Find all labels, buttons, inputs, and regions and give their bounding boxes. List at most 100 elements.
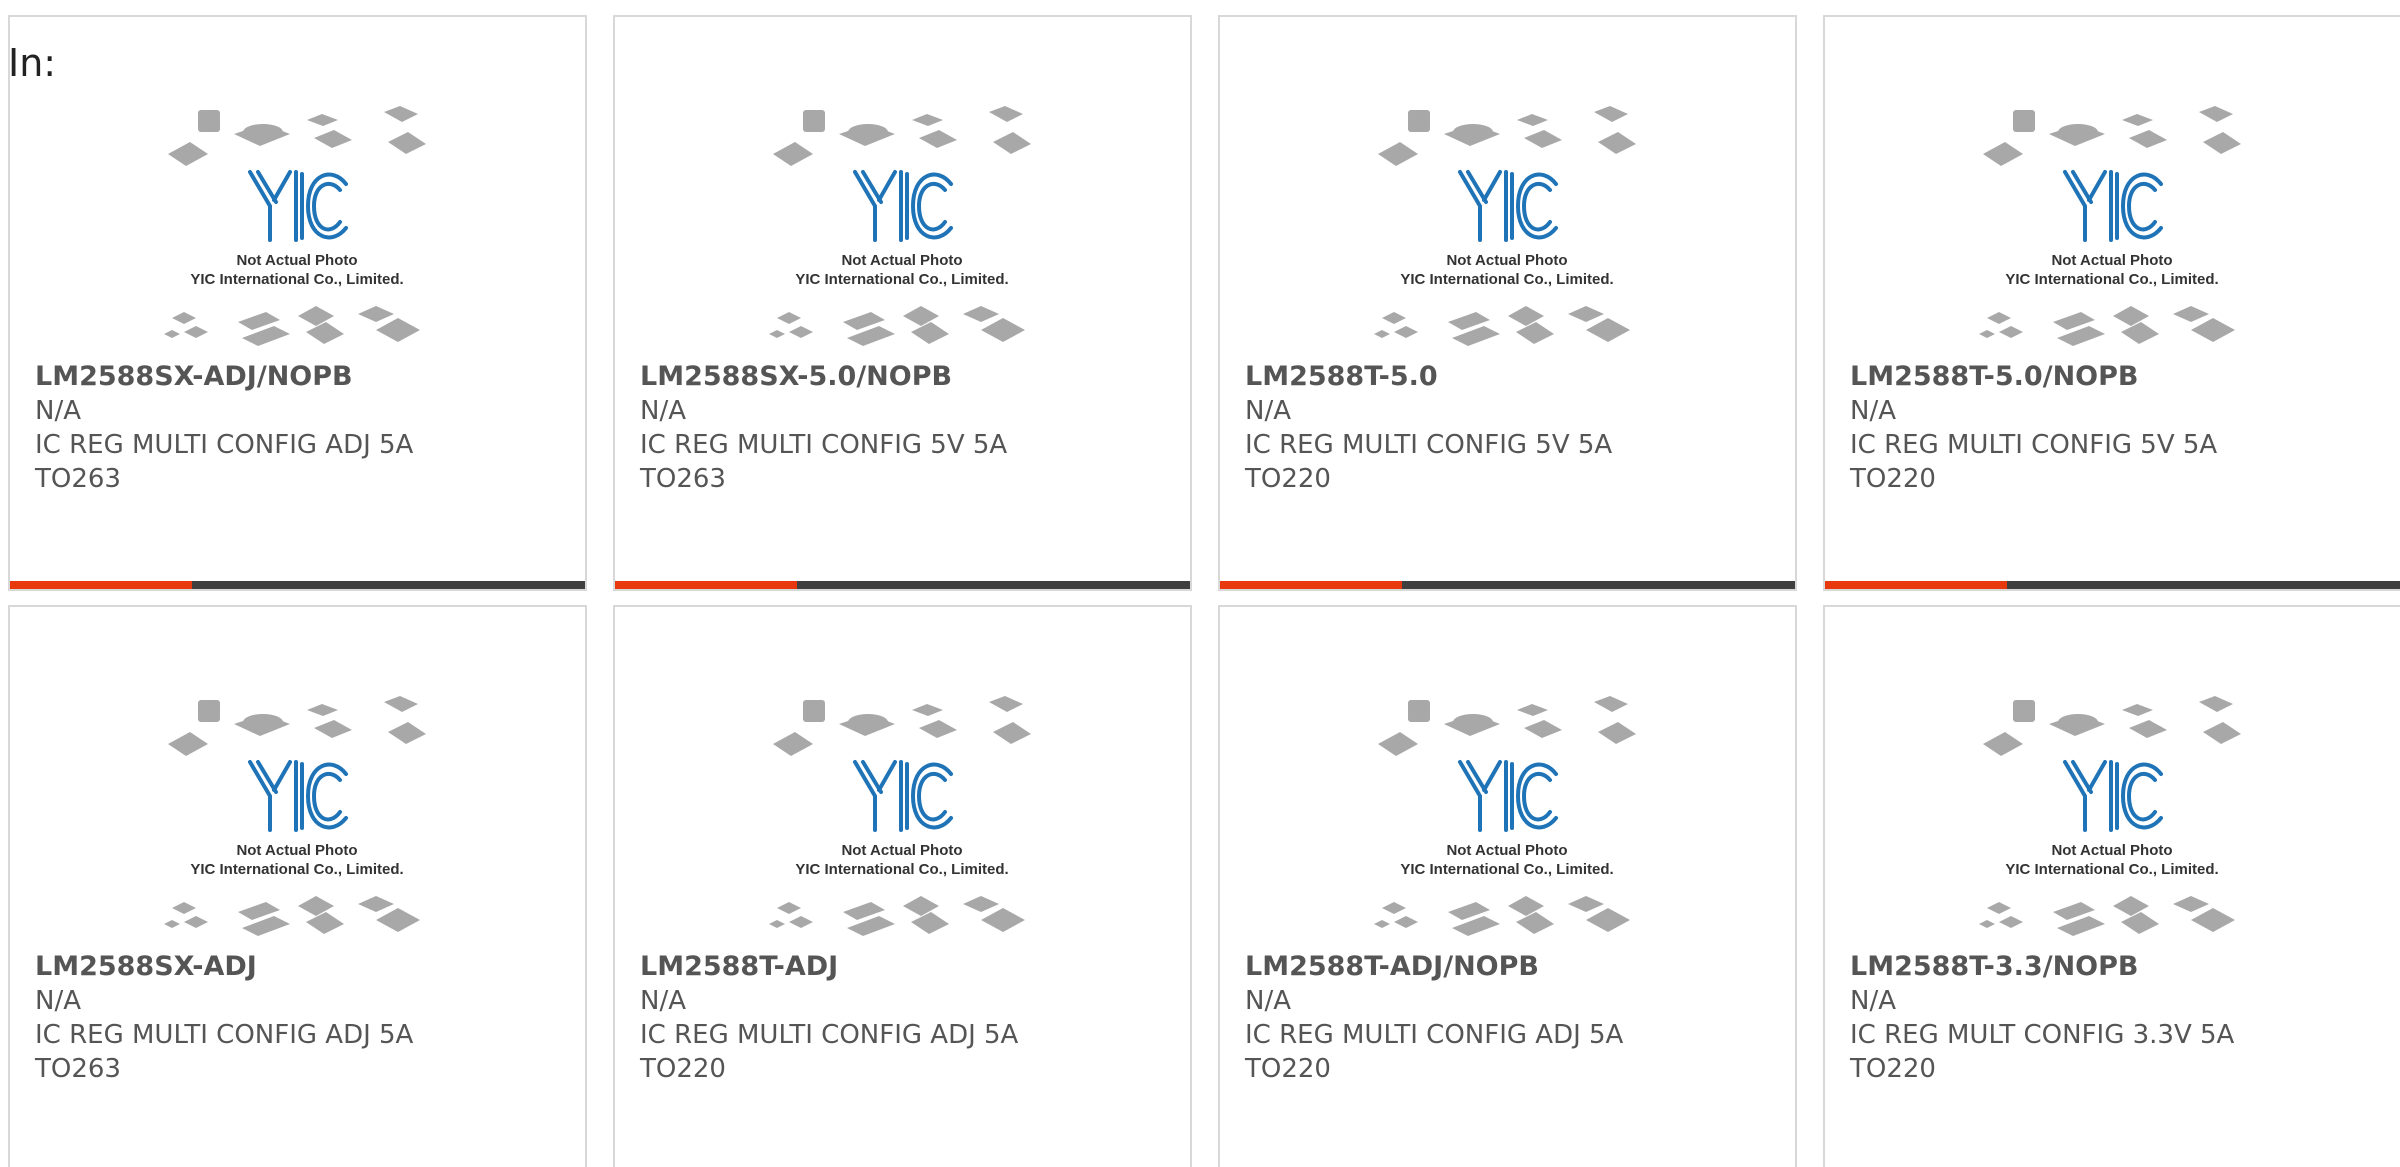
svg-text:YIC International Co., Limited: YIC International Co., Limited. (190, 861, 403, 878)
svg-text:Not Actual Photo: Not Actual Photo (841, 842, 962, 859)
svg-text:Not Actual Photo: Not Actual Photo (1446, 252, 1567, 269)
part-number[interactable]: LM2588T-ADJ (640, 950, 1180, 984)
product-card[interactable]: Not Actual Photo YIC International Co., … (1823, 605, 2400, 1167)
yic-logo-icon (853, 170, 953, 242)
card-accent-bar (1825, 581, 2007, 589)
in-label: In: (8, 41, 57, 85)
svg-text:Not Actual Photo: Not Actual Photo (2051, 842, 2172, 859)
yic-logo-icon (2063, 170, 2163, 242)
product-info: LM2588T-3.3/NOPB N/A IC REG MULT CONFIG … (1850, 950, 2390, 1086)
product-info: LM2588T-5.0 N/A IC REG MULTI CONFIG 5V 5… (1245, 360, 1785, 496)
svg-text:YIC International Co., Limited: YIC International Co., Limited. (795, 861, 1008, 878)
manufacturer: N/A (1245, 396, 1291, 426)
chip-icons-bottom (164, 306, 420, 346)
part-number[interactable]: LM2588SX-ADJ/NOPB (35, 360, 575, 394)
product-card[interactable]: Not Actual Photo YIC International Co., … (1823, 15, 2400, 591)
description: IC REG MULT CONFIG 3.3V 5A (1850, 1020, 2235, 1050)
chip-icons-bottom (164, 896, 420, 936)
description: IC REG MULTI CONFIG 5V 5A (1245, 430, 1613, 460)
manufacturer: N/A (35, 986, 81, 1016)
chip-icons-bottom (1979, 306, 2235, 346)
placeholder-photo: Not Actual Photo YIC International Co., … (769, 696, 1031, 936)
description: IC REG MULTI CONFIG ADJ 5A (1245, 1020, 1624, 1050)
manufacturer: N/A (1245, 986, 1291, 1016)
card-bottom-bar (1825, 581, 2400, 589)
svg-text:YIC International Co., Limited: YIC International Co., Limited. (2005, 861, 2218, 878)
description: IC REG MULTI CONFIG 5V 5A (640, 430, 1008, 460)
svg-text:Not Actual Photo: Not Actual Photo (236, 842, 357, 859)
placeholder-photo: Not Actual Photo YIC International Co., … (1979, 696, 2241, 936)
chip-icons-top (773, 106, 1031, 166)
package: TO263 (35, 1054, 121, 1084)
chip-icons-top (168, 696, 426, 756)
svg-text:YIC International Co., Limited: YIC International Co., Limited. (190, 271, 403, 288)
part-number[interactable]: LM2588T-3.3/NOPB (1850, 950, 2390, 984)
chip-icons-top (1378, 106, 1636, 166)
svg-text:Not Actual Photo: Not Actual Photo (2051, 252, 2172, 269)
product-card[interactable]: Not Actual Photo YIC International Co., … (1218, 15, 1797, 591)
product-info: LM2588SX-5.0/NOPB N/A IC REG MULTI CONFI… (640, 360, 1180, 496)
yic-logo-icon (248, 170, 348, 242)
description: IC REG MULTI CONFIG ADJ 5A (640, 1020, 1019, 1050)
chip-icons-top (1983, 696, 2241, 756)
card-bottom-bar (615, 581, 1190, 589)
part-number[interactable]: LM2588T-5.0/NOPB (1850, 360, 2390, 394)
package: TO220 (1850, 464, 1936, 494)
package: TO220 (640, 1054, 726, 1084)
product-info: LM2588SX-ADJ/NOPB N/A IC REG MULTI CONFI… (35, 360, 575, 496)
part-number[interactable]: LM2588SX-ADJ (35, 950, 575, 984)
product-results-page: In: Not Actual Photo YIC International C… (0, 0, 2400, 1167)
card-accent-bar (615, 581, 797, 589)
placeholder-photo: Not Actual Photo YIC International Co., … (769, 106, 1031, 346)
manufacturer: N/A (35, 396, 81, 426)
product-card[interactable]: Not Actual Photo YIC International Co., … (8, 605, 587, 1167)
yic-logo-icon (853, 760, 953, 832)
svg-text:Not Actual Photo: Not Actual Photo (236, 252, 357, 269)
svg-text:YIC International Co., Limited: YIC International Co., Limited. (1400, 271, 1613, 288)
yic-logo-icon (1458, 170, 1558, 242)
product-card[interactable]: Not Actual Photo YIC International Co., … (8, 15, 587, 591)
svg-text:YIC International Co., Limited: YIC International Co., Limited. (795, 271, 1008, 288)
manufacturer: N/A (1850, 396, 1896, 426)
package: TO263 (35, 464, 121, 494)
package: TO220 (1245, 464, 1331, 494)
card-bottom-bar (1220, 581, 1795, 589)
svg-text:YIC International Co., Limited: YIC International Co., Limited. (1400, 861, 1613, 878)
placeholder-photo: Not Actual Photo YIC International Co., … (1374, 106, 1636, 346)
chip-icons-top (773, 696, 1031, 756)
package: TO220 (1850, 1054, 1936, 1084)
placeholder-photo: Not Actual Photo YIC International Co., … (1374, 696, 1636, 936)
yic-logo-icon (1458, 760, 1558, 832)
description: IC REG MULTI CONFIG ADJ 5A (35, 1020, 414, 1050)
chip-icons-bottom (1979, 896, 2235, 936)
product-grid: Not Actual Photo YIC International Co., … (8, 15, 2400, 1167)
manufacturer: N/A (640, 986, 686, 1016)
product-card[interactable]: Not Actual Photo YIC International Co., … (613, 605, 1192, 1167)
chip-icons-bottom (769, 306, 1025, 346)
part-number[interactable]: LM2588T-5.0 (1245, 360, 1785, 394)
package: TO263 (640, 464, 726, 494)
product-info: LM2588T-5.0/NOPB N/A IC REG MULTI CONFIG… (1850, 360, 2390, 496)
chip-icons-bottom (1374, 306, 1630, 346)
chip-icons-top (1378, 696, 1636, 756)
product-info: LM2588T-ADJ N/A IC REG MULTI CONFIG ADJ … (640, 950, 1180, 1086)
svg-text:YIC International Co., Limited: YIC International Co., Limited. (2005, 271, 2218, 288)
placeholder-photo: Not Actual Photo YIC International Co., … (164, 106, 426, 346)
yic-logo-icon (248, 760, 348, 832)
chip-icons-top (168, 106, 426, 166)
card-bottom-bar (10, 581, 585, 589)
yic-logo-icon (2063, 760, 2163, 832)
product-card[interactable]: Not Actual Photo YIC International Co., … (1218, 605, 1797, 1167)
description: IC REG MULTI CONFIG ADJ 5A (35, 430, 414, 460)
product-card[interactable]: Not Actual Photo YIC International Co., … (613, 15, 1192, 591)
chip-icons-bottom (1374, 896, 1630, 936)
manufacturer: N/A (1850, 986, 1896, 1016)
product-info: LM2588T-ADJ/NOPB N/A IC REG MULTI CONFIG… (1245, 950, 1785, 1086)
placeholder-photo: Not Actual Photo YIC International Co., … (1979, 106, 2241, 346)
part-number[interactable]: LM2588SX-5.0/NOPB (640, 360, 1180, 394)
svg-text:Not Actual Photo: Not Actual Photo (1446, 842, 1567, 859)
part-number[interactable]: LM2588T-ADJ/NOPB (1245, 950, 1785, 984)
placeholder-photo: Not Actual Photo YIC International Co., … (164, 696, 426, 936)
product-info: LM2588SX-ADJ N/A IC REG MULTI CONFIG ADJ… (35, 950, 575, 1086)
manufacturer: N/A (640, 396, 686, 426)
